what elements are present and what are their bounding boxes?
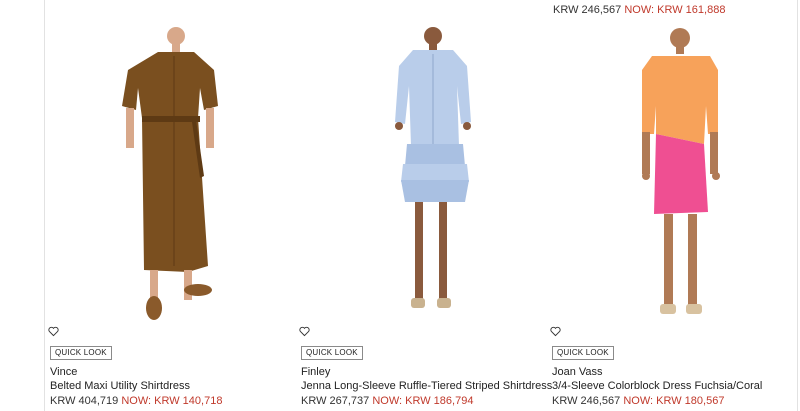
product-image[interactable] (345, 26, 525, 328)
price-now: NOW: KRW 180,567 (623, 395, 725, 407)
page-left-border (44, 0, 45, 411)
product-image[interactable] (600, 26, 780, 328)
product-name[interactable]: Jenna Long-Sleeve Ruffle-Tiered Striped … (301, 380, 552, 392)
product-designer[interactable]: Vince (50, 366, 77, 378)
page-right-border (797, 0, 798, 411)
product-image[interactable] (92, 26, 272, 328)
product-price: KRW 246,567 NOW: KRW 180,567 (552, 395, 724, 407)
price-now: NOW: KRW 140,718 (121, 395, 223, 407)
quick-look-button[interactable]: QUICK LOOK (50, 346, 112, 360)
product-designer[interactable]: Finley (301, 366, 330, 378)
product-designer[interactable]: Joan Vass (552, 366, 603, 378)
product-card[interactable]: QUICK LOOK Finley Jenna Long-Sleeve Ruff… (299, 0, 552, 411)
product-card[interactable]: QUICK LOOK Joan Vass 3/4-Sleeve Colorblo… (550, 0, 790, 411)
product-price: KRW 267,737 NOW: KRW 186,794 (301, 395, 473, 407)
price-original: KRW 267,737 (301, 395, 370, 407)
product-card[interactable]: QUICK LOOK Vince Belted Maxi Utility Shi… (48, 0, 288, 411)
price-original: KRW 404,719 (50, 395, 119, 407)
price-now: NOW: KRW 186,794 (372, 395, 474, 407)
heart-icon[interactable] (299, 326, 310, 337)
product-name[interactable]: 3/4-Sleeve Colorblock Dress Fuchsia/Cora… (552, 380, 762, 392)
heart-icon[interactable] (550, 326, 561, 337)
price-original: KRW 246,567 (552, 395, 621, 407)
product-name[interactable]: Belted Maxi Utility Shirtdress (50, 380, 190, 392)
quick-look-button[interactable]: QUICK LOOK (301, 346, 363, 360)
quick-look-button[interactable]: QUICK LOOK (552, 346, 614, 360)
product-price: KRW 404,719 NOW: KRW 140,718 (50, 395, 222, 407)
heart-icon[interactable] (48, 326, 59, 337)
